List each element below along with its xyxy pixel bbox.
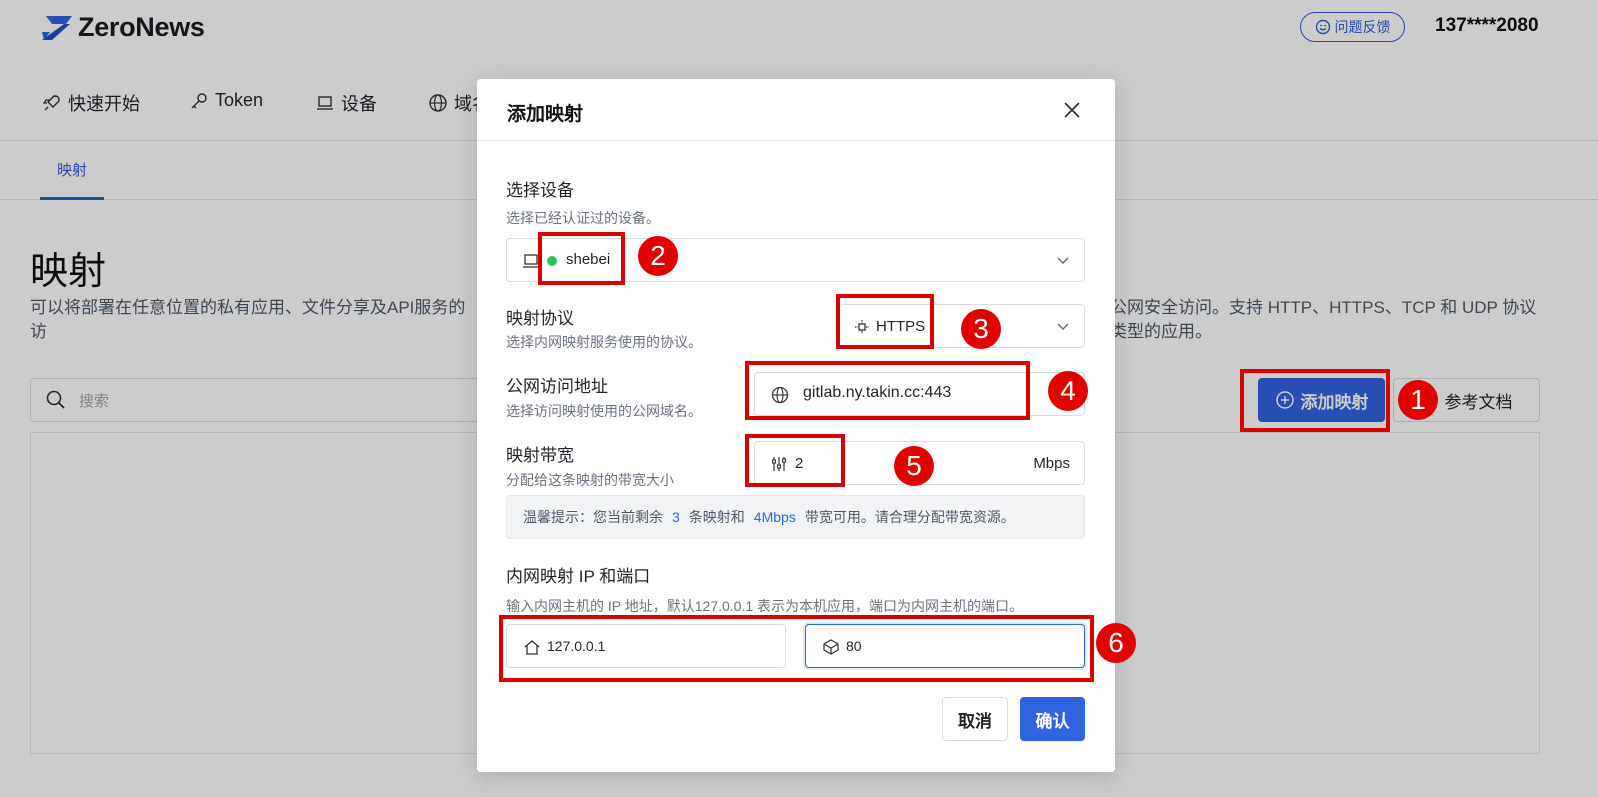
device-label: 选择设备 (506, 181, 574, 200)
close-icon[interactable] (1062, 100, 1082, 120)
bandwidth-label: 映射带宽 (506, 446, 574, 465)
internal-label: 内网映射 IP 和端口 (506, 567, 651, 586)
quota-tip: 温馨提示：您当前剩余 3 条映射和 4Mbps 带宽可用。请合理分配带宽资源。 (506, 495, 1085, 539)
bandwidth-unit: Mbps (1033, 455, 1070, 472)
step-marker-6: 6 (1096, 623, 1136, 663)
step-marker-3: 3 (961, 309, 1001, 349)
protocol-label: 映射协议 (506, 309, 574, 328)
confirm-button[interactable]: 确认 (1020, 697, 1085, 741)
dialog-title: 添加映射 (507, 104, 584, 125)
highlight-box-1 (1240, 369, 1390, 432)
highlight-box-2 (538, 232, 625, 285)
step-marker-5: 5 (894, 446, 934, 486)
chevron-down-icon (1057, 257, 1069, 264)
bandwidth-hint: 分配给这条映射的带宽大小 (506, 472, 674, 488)
step-marker-1: 1 (1398, 380, 1438, 420)
cancel-button[interactable]: 取消 (942, 697, 1008, 741)
chevron-down-icon (1057, 323, 1069, 330)
highlight-box-3 (836, 294, 934, 349)
protocol-hint: 选择内网映射服务使用的协议。 (506, 334, 702, 350)
tip-middle: 条映射和 (688, 509, 745, 525)
tip-bandwidth-left: 4Mbps (753, 509, 796, 525)
internal-hint: 输入内网主机的 IP 地址，默认127.0.0.1 表示为本机应用，端口为内网主… (506, 598, 1024, 614)
highlight-box-6 (499, 615, 1094, 682)
highlight-box-4 (745, 361, 1030, 420)
tip-suffix: 带宽可用。请合理分配带宽资源。 (804, 509, 1015, 525)
highlight-box-5 (745, 434, 845, 487)
dialog-header: 添加映射 (477, 79, 1115, 141)
public-address-hint: 选择访问映射使用的公网域名。 (506, 403, 702, 419)
laptop-icon (523, 254, 539, 268)
device-hint: 选择已经认证过的设备。 (506, 210, 660, 226)
step-marker-2: 2 (638, 236, 678, 276)
public-address-label: 公网访问地址 (506, 377, 608, 396)
tip-prefix: 温馨提示：您当前剩余 (523, 509, 663, 525)
tip-mappings-left: 3 (672, 509, 680, 525)
step-marker-4: 4 (1048, 371, 1088, 411)
